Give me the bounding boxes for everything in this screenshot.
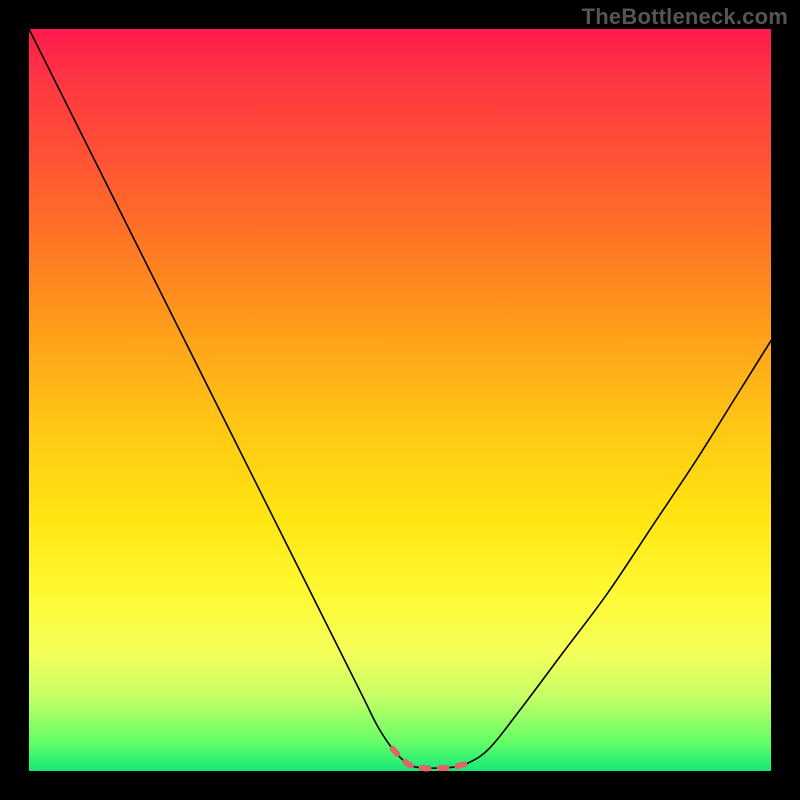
plot-area — [29, 29, 771, 771]
bottleneck-curve-line — [29, 29, 771, 768]
chart-frame: TheBottleneck.com — [0, 0, 800, 800]
chart-svg — [29, 29, 771, 771]
watermark-text: TheBottleneck.com — [582, 4, 788, 30]
optimal-range-marker — [393, 749, 467, 769]
